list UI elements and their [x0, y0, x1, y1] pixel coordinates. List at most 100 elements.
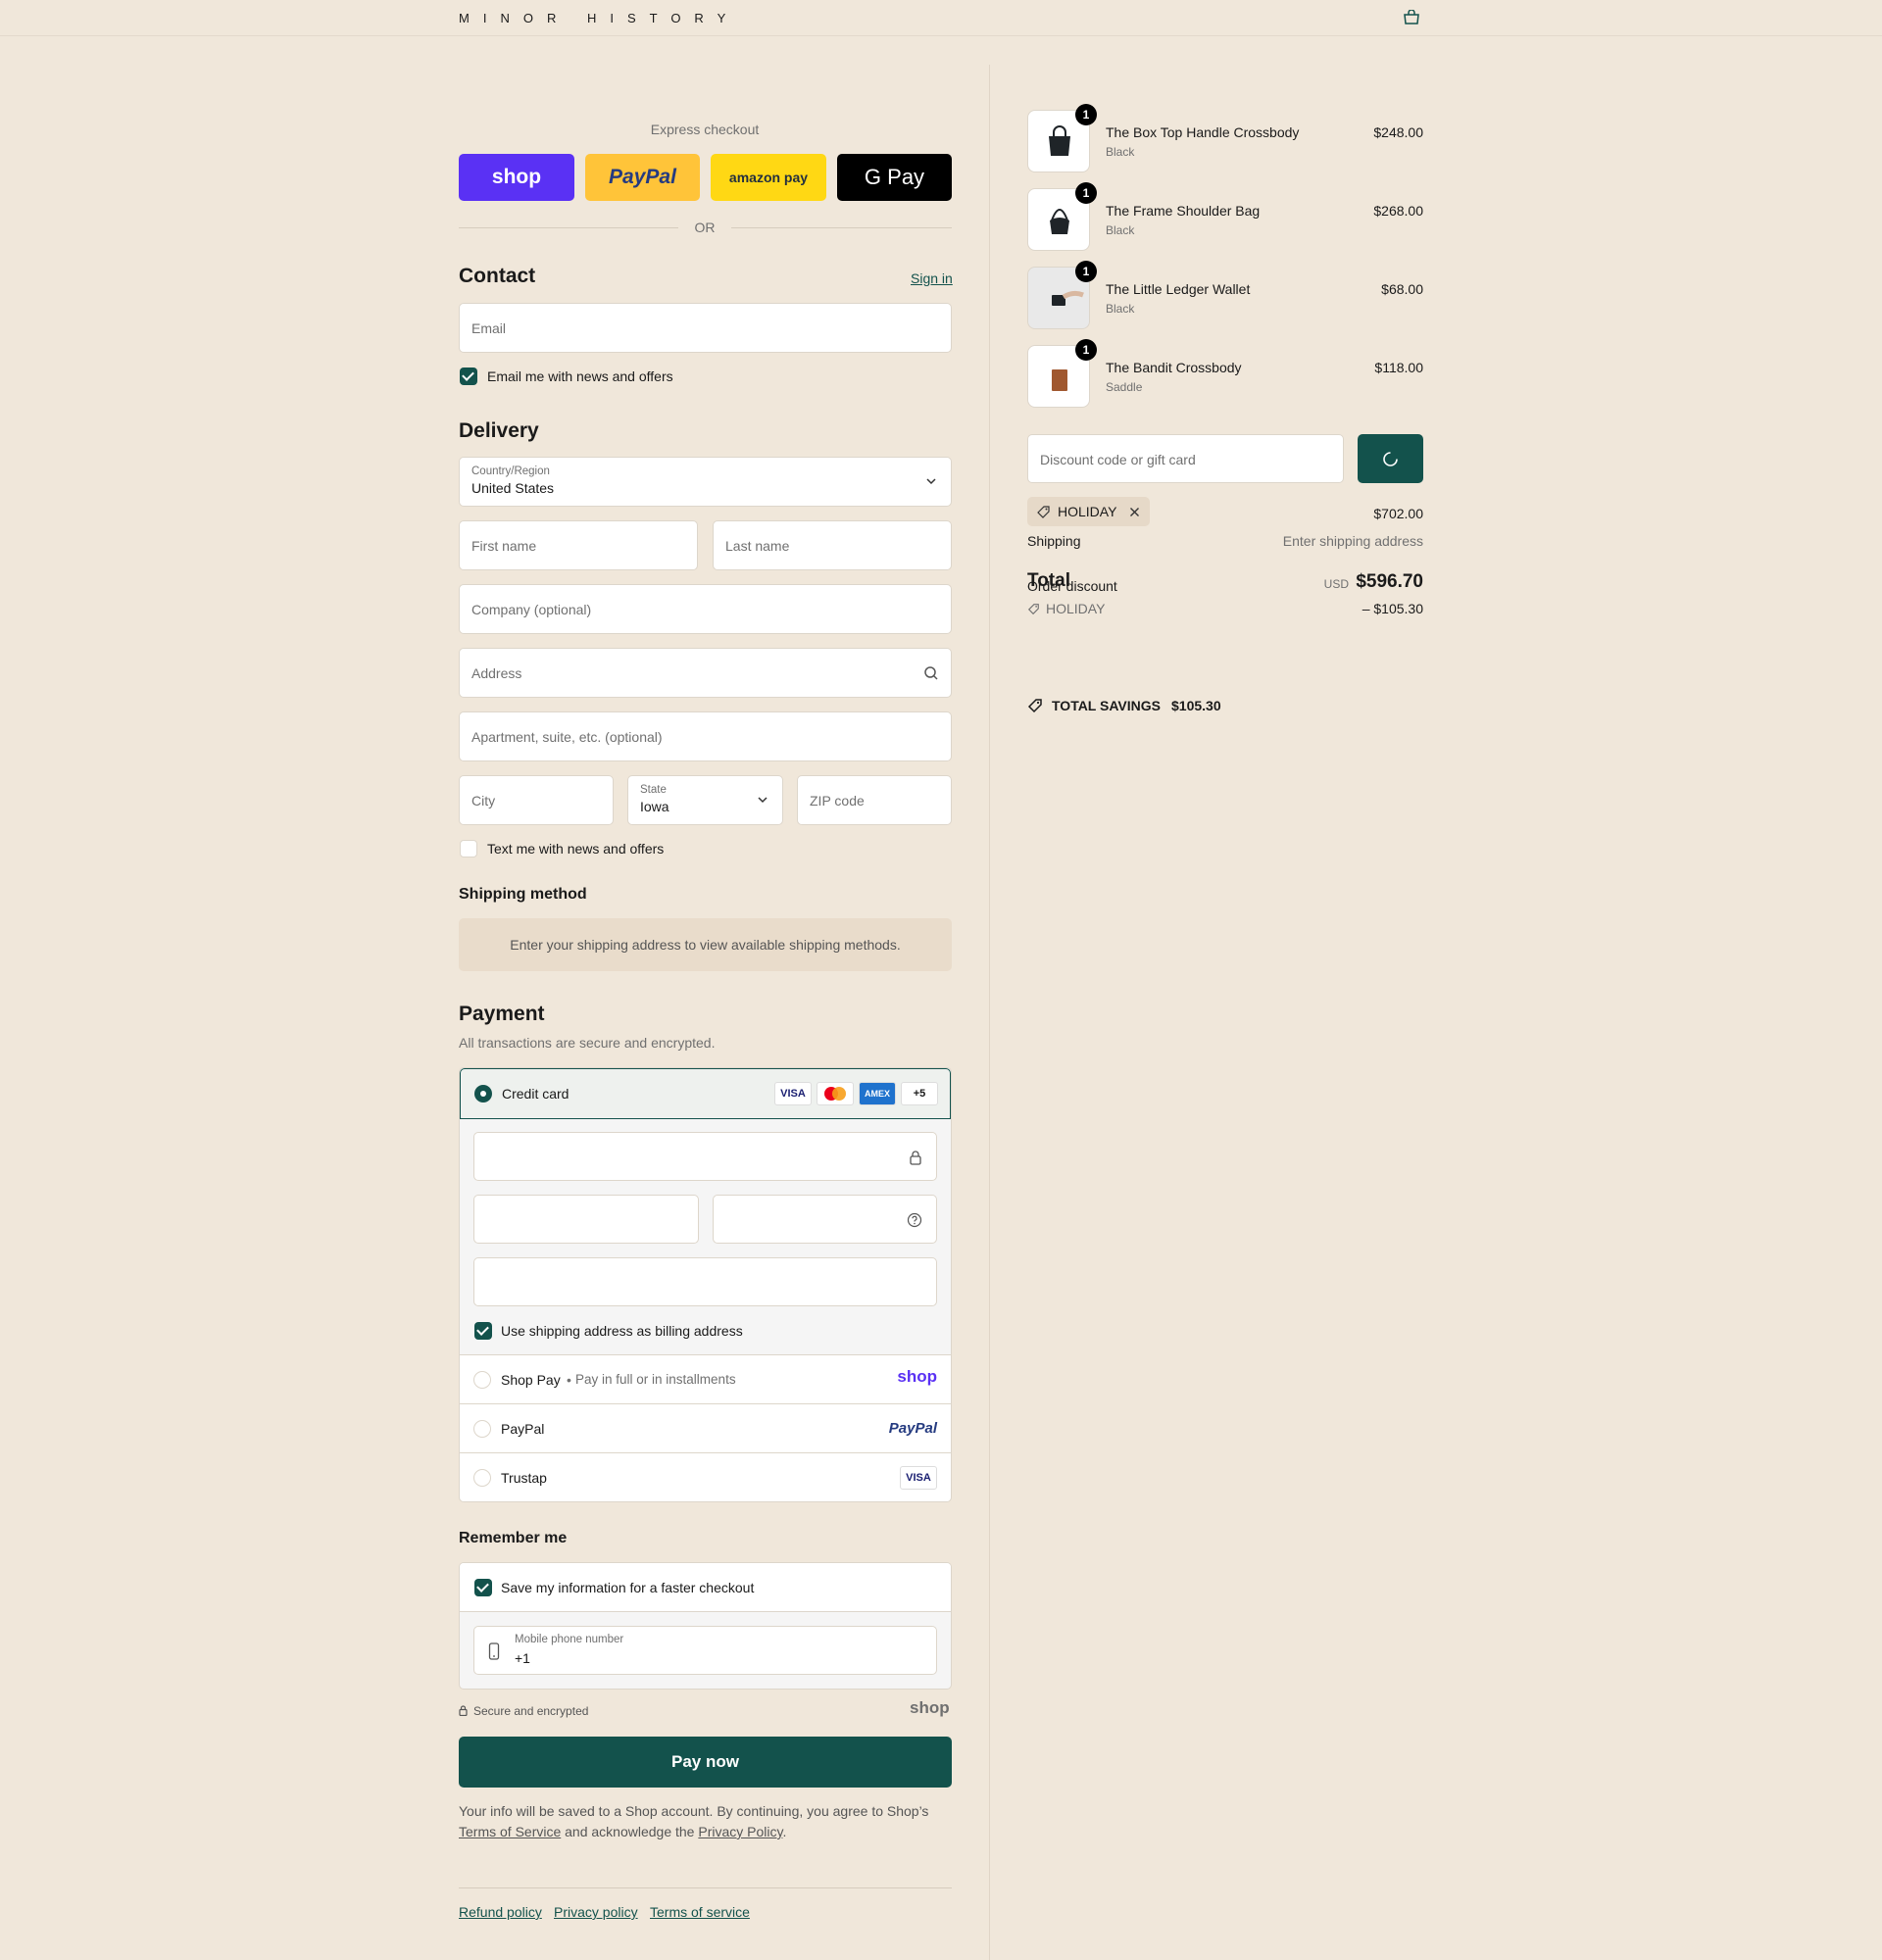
mobile-phone-value: +1	[515, 1650, 530, 1666]
footer-divider	[459, 1887, 952, 1888]
chevron-down-icon	[758, 797, 768, 804]
visa-icon: VISA	[900, 1466, 937, 1490]
shipping-label: Shipping	[1027, 533, 1081, 549]
amazon-pay-logo: amazon pay	[728, 170, 809, 185]
legal-text: Your info will be saved to a Shop accoun…	[459, 1801, 952, 1842]
billing-address-checkbox[interactable]	[474, 1322, 492, 1340]
close-icon[interactable]	[1129, 507, 1140, 517]
shop-pay-radio[interactable]	[473, 1371, 491, 1389]
tag-icon	[1037, 506, 1050, 518]
card-number-field[interactable]	[473, 1132, 937, 1181]
apply-discount-button[interactable]	[1358, 434, 1423, 483]
shop-pay-logo: shop	[897, 1367, 937, 1386]
shipping-method-title: Shipping method	[459, 886, 587, 903]
trustap-radio[interactable]	[473, 1469, 491, 1487]
apartment-field[interactable]: Apartment, suite, etc. (optional)	[459, 711, 952, 761]
company-field[interactable]: Company (optional)	[459, 584, 952, 634]
expiration-date-field[interactable]	[473, 1195, 699, 1244]
tag-icon	[1027, 604, 1039, 615]
subtotal-value: $702.00	[1373, 506, 1423, 521]
city-placeholder: City	[471, 793, 496, 808]
billing-address-label: Use shipping address as billing address	[501, 1323, 743, 1339]
shop-pay-option[interactable]: Shop Pay • Pay in full or in installment…	[460, 1354, 951, 1403]
country-label: Country/Region	[471, 466, 550, 477]
search-icon	[924, 666, 938, 680]
shipping-value: Enter shipping address	[1282, 533, 1423, 549]
lock-icon	[459, 1705, 468, 1716]
shop-pay-sub: Pay in full or in installments	[575, 1372, 736, 1387]
total-value: $596.70	[1356, 571, 1423, 592]
product-name: The Little Ledger Wallet	[1106, 281, 1251, 297]
applied-discount-tag: HOLIDAY	[1027, 497, 1150, 526]
remember-me-box: Save my information for a faster checkou…	[459, 1562, 952, 1690]
save-info-row[interactable]: Save my information for a faster checkou…	[460, 1563, 951, 1612]
remember-me-title: Remember me	[459, 1530, 568, 1546]
refund-policy-link[interactable]: Refund policy	[459, 1904, 542, 1920]
sign-in-link[interactable]: Sign in	[911, 270, 953, 286]
paypal-label: PayPal	[501, 1421, 545, 1437]
express-checkout-title: Express checkout	[650, 122, 760, 137]
company-placeholder: Company (optional)	[471, 602, 592, 617]
paypal-radio[interactable]	[473, 1420, 491, 1438]
discount-code-field[interactable]: Discount code or gift card	[1027, 434, 1344, 483]
product-price: $118.00	[1374, 360, 1423, 375]
shop-logo: shop	[491, 166, 542, 188]
paypal-express-button[interactable]: PayPal	[585, 154, 700, 201]
zip-field[interactable]: ZIP code	[797, 775, 952, 825]
shop-pay-express-button[interactable]: shop	[459, 154, 574, 201]
secure-encrypted-label: Secure and encrypted	[473, 1704, 589, 1718]
privacy-policy-footer-link[interactable]: Privacy policy	[554, 1904, 638, 1920]
credit-card-radio[interactable]	[474, 1085, 492, 1102]
paypal-option[interactable]: PayPal PayPal	[460, 1403, 951, 1452]
legal-line1: Your info will be saved to a Shop accoun…	[459, 1803, 929, 1819]
product-name: The Frame Shoulder Bag	[1106, 203, 1261, 219]
terms-of-service-link[interactable]: Terms of Service	[459, 1824, 561, 1839]
state-select[interactable]: State Iowa	[627, 775, 783, 825]
pay-now-label: Pay now	[671, 1752, 739, 1771]
quantity-badge: 1	[1075, 261, 1097, 282]
last-name-field[interactable]: Last name	[713, 520, 952, 570]
save-info-checkbox[interactable]	[474, 1579, 492, 1596]
google-pay-express-button[interactable]: G Pay	[837, 154, 952, 201]
amazon-pay-express-button[interactable]: amazon pay	[711, 154, 826, 201]
product-price: $68.00	[1381, 281, 1423, 297]
top-bar	[0, 0, 1882, 36]
name-on-card-field[interactable]	[473, 1257, 937, 1306]
quantity-badge: 1	[1075, 182, 1097, 204]
product-name: The Box Top Handle Crossbody	[1106, 124, 1300, 140]
pay-now-button[interactable]: Pay now	[459, 1737, 952, 1788]
quantity-badge: 1	[1075, 339, 1097, 361]
terms-of-service-footer-link[interactable]: Terms of service	[650, 1904, 750, 1920]
credit-card-fields: Use shipping address as billing address	[460, 1119, 951, 1354]
product-variant: Black	[1106, 145, 1135, 159]
email-placeholder: Email	[471, 320, 507, 336]
security-code-field[interactable]	[713, 1195, 937, 1244]
text-news-label: Text me with news and offers	[487, 841, 665, 857]
discount-value: – $105.30	[1362, 601, 1423, 616]
discount-code-label: HOLIDAY	[1046, 601, 1106, 616]
credit-card-option[interactable]: Credit card VISA AMEX +5	[460, 1068, 951, 1119]
country-select[interactable]: Country/Region United States	[459, 457, 952, 507]
text-news-checkbox[interactable]	[460, 840, 477, 858]
email-field[interactable]: Email	[459, 303, 952, 353]
country-value: United States	[471, 480, 555, 496]
product-name: The Bandit Crossbody	[1106, 360, 1242, 375]
shop-logo: shop	[910, 1698, 950, 1717]
trustap-option[interactable]: Trustap VISA	[460, 1452, 951, 1501]
trustap-label: Trustap	[501, 1470, 547, 1486]
first-name-field[interactable]: First name	[459, 520, 698, 570]
help-icon[interactable]	[907, 1212, 922, 1228]
first-name-placeholder: First name	[471, 538, 537, 554]
address-field[interactable]: Address	[459, 648, 952, 698]
city-field[interactable]: City	[459, 775, 614, 825]
shopping-bag-icon[interactable]	[1402, 10, 1421, 25]
google-pay-logo: G Pay	[864, 165, 925, 189]
address-placeholder: Address	[471, 665, 522, 681]
email-news-checkbox[interactable]	[460, 368, 477, 385]
paypal-logo: PayPal	[888, 1420, 937, 1437]
mobile-phone-field[interactable]: Mobile phone number +1	[473, 1626, 937, 1675]
brand-logo[interactable]: MINOR HISTORY	[459, 11, 739, 25]
product-price: $268.00	[1373, 203, 1423, 219]
shop-pay-label: Shop Pay	[501, 1372, 561, 1388]
privacy-policy-link[interactable]: Privacy Policy	[698, 1824, 782, 1839]
